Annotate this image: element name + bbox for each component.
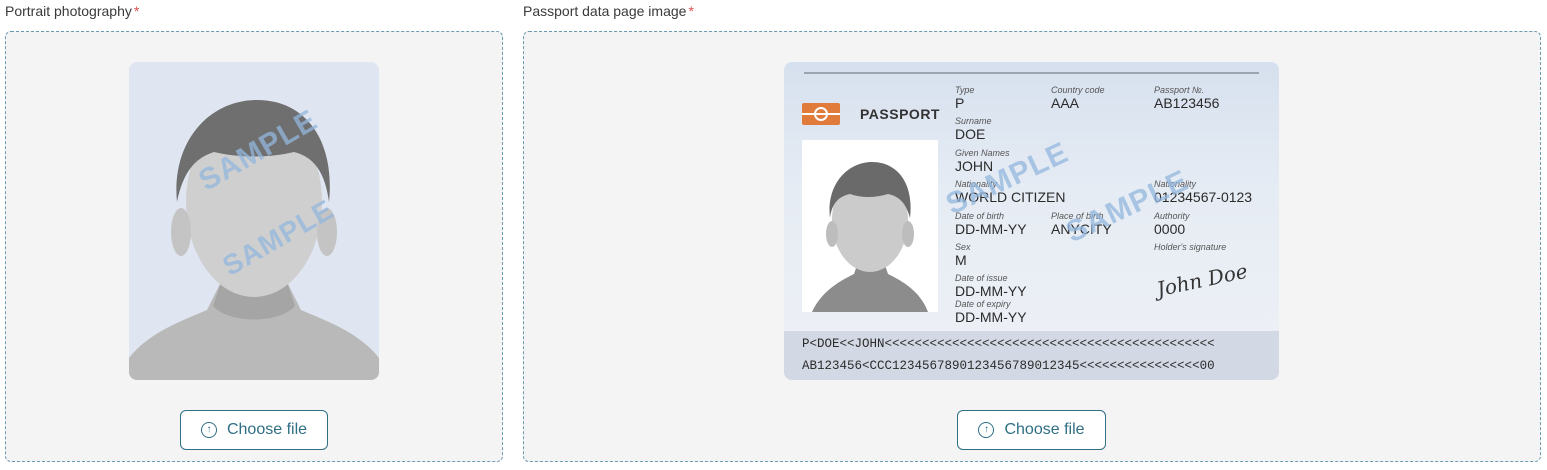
field-surname: Surname DOE	[955, 116, 992, 142]
field-authority: Authority 0000	[1154, 211, 1190, 237]
passport-title: PASSPORT	[860, 106, 940, 122]
sample-watermark: SAMPLE	[1060, 163, 1194, 250]
required-marker: *	[688, 3, 694, 19]
passport-holder-photo	[802, 140, 938, 312]
portrait-dropzone[interactable]: SAMPLE SAMPLE ↑ Choose file	[5, 31, 503, 462]
passport-top-rule	[804, 72, 1259, 74]
required-marker: *	[133, 3, 140, 19]
portrait-silhouette	[129, 100, 379, 380]
field-country-code: Country code AAA	[1051, 85, 1105, 111]
field-passport-no: Passport №. AB123456	[1154, 85, 1220, 111]
mrz-line-1: P<DOE<<JOHN<<<<<<<<<<<<<<<<<<<<<<<<<<<<<…	[802, 337, 1215, 351]
portrait-sample-image: SAMPLE SAMPLE	[129, 62, 379, 380]
passport-dropzone[interactable]: PASSPORT Type P Country code AAA Passpor…	[523, 31, 1541, 462]
passport-choose-file-button[interactable]: ↑ Choose file	[957, 410, 1106, 450]
field-type: Type P	[955, 85, 975, 111]
passport-emblem-icon	[802, 103, 840, 125]
field-date-of-expiry: Date of expiry DD-MM-YY	[955, 299, 1027, 325]
field-sex: Sex M	[955, 242, 971, 268]
mrz-line-2: AB123456<CCC1234567890123456789012345<<<…	[802, 359, 1215, 373]
holder-signature: John Doe	[1154, 258, 1250, 302]
passport-sample-image: PASSPORT Type P Country code AAA Passpor…	[784, 62, 1279, 380]
passport-label-text: Passport data page image	[523, 3, 687, 19]
upload-arrow-icon: ↑	[200, 422, 217, 438]
field-date-of-issue: Date of issue DD-MM-YY	[955, 273, 1027, 299]
portrait-label-text: Portrait photography	[5, 3, 132, 19]
portrait-field-label: Portrait photography *	[5, 3, 139, 19]
machine-readable-zone: P<DOE<<JOHN<<<<<<<<<<<<<<<<<<<<<<<<<<<<<…	[784, 331, 1279, 380]
upload-arrow-icon: ↑	[978, 422, 995, 438]
portrait-choose-file-button[interactable]: ↑ Choose file	[180, 410, 328, 450]
choose-file-label: Choose file	[226, 421, 308, 438]
choose-file-label: Choose file	[1004, 421, 1085, 438]
field-holder-signature: Holder's signature	[1154, 242, 1227, 252]
passport-field-label: Passport data page image *	[523, 3, 694, 19]
